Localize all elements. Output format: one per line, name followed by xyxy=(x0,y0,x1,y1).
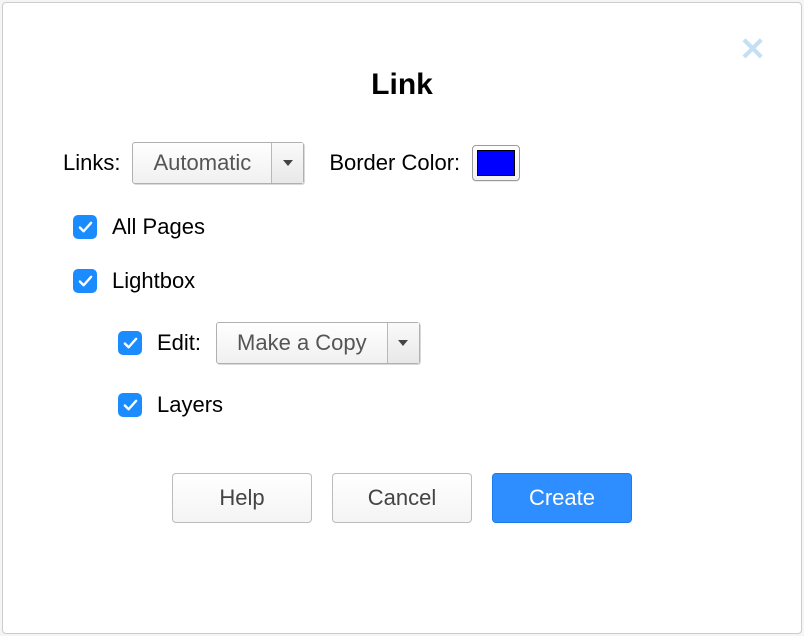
edit-checkbox[interactable] xyxy=(118,331,142,355)
close-icon[interactable]: ✕ xyxy=(739,33,766,65)
link-dialog: ✕ Link Links: Automatic Border Color: Al… xyxy=(2,2,802,634)
border-color-label: Border Color: xyxy=(329,150,460,176)
layers-row: Layers xyxy=(63,392,741,418)
links-row: Links: Automatic Border Color: xyxy=(63,142,741,184)
all-pages-label: All Pages xyxy=(112,214,205,240)
check-icon xyxy=(123,336,138,351)
lightbox-label: Lightbox xyxy=(112,268,195,294)
color-swatch xyxy=(477,150,515,176)
edit-label: Edit: xyxy=(157,330,201,356)
layers-checkbox[interactable] xyxy=(118,393,142,417)
border-color-picker[interactable] xyxy=(472,145,520,181)
help-button[interactable]: Help xyxy=(172,473,312,523)
edit-row: Edit: Make a Copy xyxy=(63,322,741,364)
all-pages-row: All Pages xyxy=(63,214,741,240)
edit-select[interactable]: Make a Copy xyxy=(216,322,420,364)
lightbox-checkbox[interactable] xyxy=(73,269,97,293)
check-icon xyxy=(78,220,93,235)
check-icon xyxy=(78,274,93,289)
links-select-value: Automatic xyxy=(133,143,271,183)
cancel-button[interactable]: Cancel xyxy=(332,473,472,523)
edit-select-value: Make a Copy xyxy=(217,323,387,363)
chevron-down-icon xyxy=(271,143,303,183)
chevron-down-icon xyxy=(387,323,419,363)
links-label: Links: xyxy=(63,150,120,176)
layers-label: Layers xyxy=(157,392,223,418)
border-color-section: Border Color: xyxy=(329,145,520,181)
check-icon xyxy=(123,398,138,413)
lightbox-row: Lightbox xyxy=(63,268,741,294)
links-select[interactable]: Automatic xyxy=(132,142,304,184)
button-row: Help Cancel Create xyxy=(63,473,741,523)
all-pages-checkbox[interactable] xyxy=(73,215,97,239)
dialog-title: Link xyxy=(63,68,741,102)
create-button[interactable]: Create xyxy=(492,473,632,523)
